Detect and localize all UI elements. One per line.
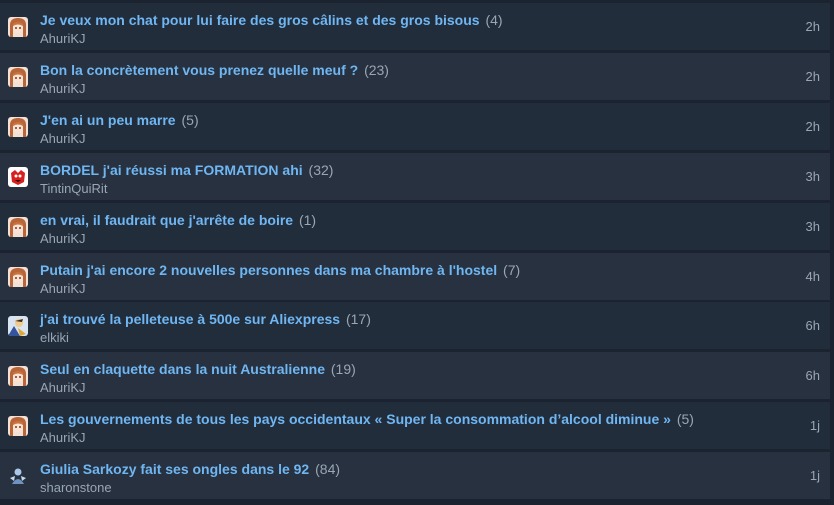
topic-author[interactable]: AhuriKJ [40,81,86,97]
topic-author[interactable]: sharonstone [40,480,112,496]
reply-count: (1) [295,211,317,228]
topic-time: 6h [805,368,820,384]
topic-author[interactable]: AhuriKJ [40,281,86,297]
topic-title-line: Giulia Sarkozy fait ses ongles dans le 9… [40,460,340,478]
topic-row[interactable]: Giulia Sarkozy fait ses ongles dans le 9… [0,452,830,500]
topic-title-link[interactable]: BORDEL j'ai réussi ma FORMATION ahi [40,162,303,178]
topic-row[interactable]: Seul en claquette dans la nuit Australie… [0,352,830,400]
topic-title-link[interactable]: en vrai, il faudrait que j'arrête de boi… [40,212,293,228]
topic-author[interactable]: AhuriKJ [40,430,86,446]
topic-title-line: Les gouvernements de tous les pays occid… [40,410,694,428]
topic-time: 4h [805,268,820,284]
avatar[interactable] [8,316,28,337]
reply-count: (19) [327,361,356,378]
reply-count: (7) [499,261,521,278]
topic-title-line: BORDEL j'ai réussi ma FORMATION ahi (32) [40,161,333,179]
scrollbar-track [830,0,834,505]
avatar[interactable] [8,216,28,237]
topic-time: 3h [805,168,820,184]
topic-time: 2h [805,68,820,84]
topic-author[interactable]: AhuriKJ [40,31,86,47]
avatar[interactable] [8,166,28,187]
topic-list: Je veux mon chat pour lui faire des gros… [0,0,834,505]
topic-time: 6h [805,318,820,334]
topic-time: 2h [805,19,820,34]
topic-row[interactable]: BORDEL j'ai réussi ma FORMATION ahi (32)… [0,152,830,200]
topic-title-link[interactable]: Bon la concrètement vous prenez quelle m… [40,62,358,78]
topic-title-line: en vrai, il faudrait que j'arrête de boi… [40,211,316,229]
topic-row[interactable]: Je veux mon chat pour lui faire des gros… [0,3,830,50]
topic-title-link[interactable]: j'ai trouvé la pelleteuse à 500e sur Ali… [40,311,340,327]
avatar[interactable] [8,17,28,37]
reply-count: (32) [304,161,334,178]
avatar[interactable] [8,66,28,87]
topic-title-link[interactable]: J'en ai un peu marre [40,112,176,128]
topic-title-link[interactable]: Giulia Sarkozy fait ses ongles dans le 9… [40,461,309,477]
topic-row[interactable]: J'en ai un peu marre (5) AhuriKJ 2h [0,102,830,150]
topic-row[interactable]: Putain j'ai encore 2 nouvelles personnes… [0,252,830,300]
topic-row[interactable]: en vrai, il faudrait que j'arrête de boi… [0,202,830,250]
avatar[interactable] [8,466,28,487]
reply-count: (4) [481,12,503,28]
topic-title-line: Putain j'ai encore 2 nouvelles personnes… [40,261,520,279]
avatar[interactable] [8,266,28,287]
topic-title-link[interactable]: Les gouvernements de tous les pays occid… [40,411,671,427]
topic-title-line: Bon la concrètement vous prenez quelle m… [40,61,389,79]
topic-row[interactable]: j'ai trouvé la pelleteuse à 500e sur Ali… [0,302,830,350]
topic-time: 3h [805,218,820,234]
topic-author[interactable]: TintinQuiRit [40,181,107,197]
topic-author[interactable]: AhuriKJ [40,231,86,247]
topic-title-link[interactable]: Putain j'ai encore 2 nouvelles personnes… [40,262,497,278]
topic-time: 1j [809,468,820,484]
topic-time: 1j [809,418,820,434]
reply-count: (17) [342,311,371,328]
reply-count: (5) [672,411,694,428]
topic-title-link[interactable]: Seul en claquette dans la nuit Australie… [40,361,325,377]
avatar[interactable] [8,116,28,137]
topic-row[interactable]: Bon la concrètement vous prenez quelle m… [0,52,830,100]
topic-title-line: Seul en claquette dans la nuit Australie… [40,360,356,378]
topic-title-line: J'en ai un peu marre (5) [40,111,199,129]
avatar[interactable] [8,416,28,437]
topic-time: 2h [805,118,820,134]
reply-count: (84) [311,461,341,478]
avatar[interactable] [8,366,28,387]
topic-row[interactable]: Les gouvernements de tous les pays occid… [0,402,830,450]
topic-title-line: Je veux mon chat pour lui faire des gros… [40,11,503,29]
topic-author[interactable]: elkiki [40,330,69,346]
topic-title-link[interactable]: Je veux mon chat pour lui faire des gros… [40,12,480,28]
topic-title-line: j'ai trouvé la pelleteuse à 500e sur Ali… [40,310,371,328]
reply-count: (23) [360,61,389,78]
reply-count: (5) [177,111,199,128]
topic-author[interactable]: AhuriKJ [40,131,86,147]
topic-author[interactable]: AhuriKJ [40,380,86,396]
